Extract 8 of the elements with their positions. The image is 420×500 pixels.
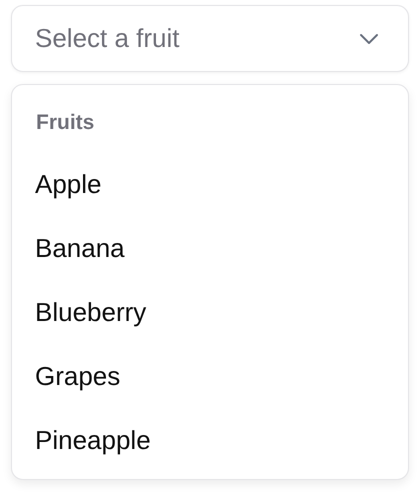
menu-item[interactable]: Pineapple <box>20 405 400 469</box>
chevron-down-icon <box>359 32 379 44</box>
menu-item[interactable]: Apple <box>20 149 400 213</box>
select-field[interactable]: Select a fruit <box>11 5 409 72</box>
menu-item[interactable]: Banana <box>20 213 400 277</box>
menu-item[interactable]: Blueberry <box>20 277 400 341</box>
menu-item[interactable]: Grapes <box>20 341 400 405</box>
group-label: Fruits <box>35 110 96 136</box>
